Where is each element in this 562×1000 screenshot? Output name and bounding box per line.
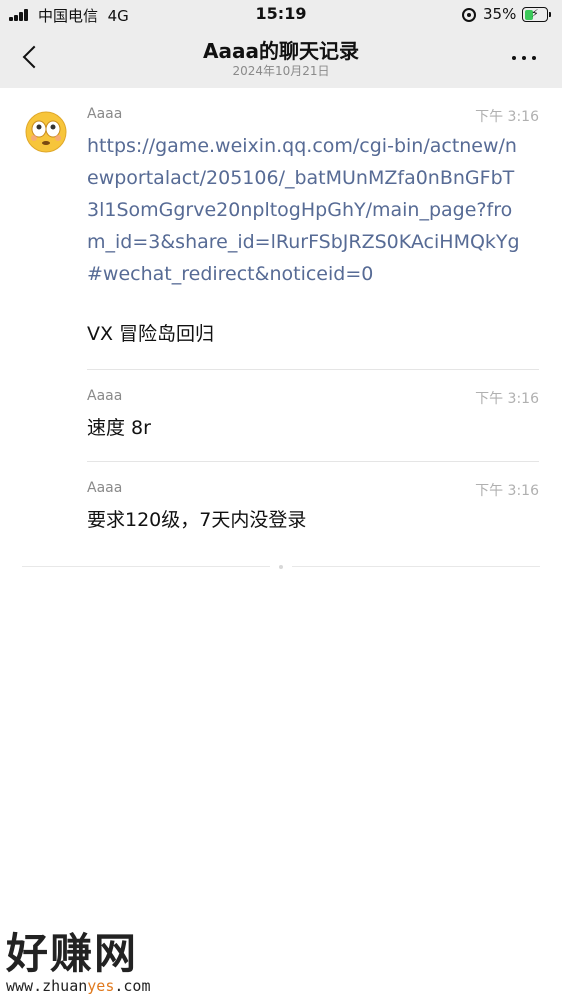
message-link[interactable]: https://game.weixin.qq.com/cgi-bin/actne… xyxy=(87,130,525,290)
battery-percent: 35% xyxy=(483,5,517,23)
sender-name: Aaaa xyxy=(87,480,123,496)
message-time: 下午 3:16 xyxy=(475,391,539,407)
divider xyxy=(87,461,539,462)
page-title: Aaaa的聊天记录 xyxy=(203,39,359,63)
message-text: 速度 8r xyxy=(87,417,151,439)
more-icon[interactable] xyxy=(508,48,540,68)
end-divider-left xyxy=(22,566,270,567)
watermark: 好赚网 www.zhuanyes.com xyxy=(6,920,151,995)
status-time: 15:19 xyxy=(255,4,307,23)
message-item: Aaaa 下午 3:16 https://game.weixin.qq.com/… xyxy=(87,106,539,346)
sender-name: Aaaa xyxy=(87,106,123,122)
page-subtitle: 2024年10月21日 xyxy=(232,64,330,78)
watermark-url: www.zhuanyes.com xyxy=(6,977,151,995)
nav-bar: Aaaa的聊天记录 2024年10月21日 xyxy=(0,30,562,88)
message-time: 下午 3:16 xyxy=(475,483,539,499)
end-divider-dot xyxy=(279,565,283,569)
end-divider-right xyxy=(292,566,540,567)
watermark-brand: 好赚网 xyxy=(6,929,139,978)
message-time: 下午 3:16 xyxy=(475,109,539,125)
message-text: VX 冒险岛回归 xyxy=(87,323,215,345)
sender-name: Aaaa xyxy=(87,388,123,404)
rotation-lock-icon xyxy=(462,8,476,22)
message-text: 要求120级，7天内没登录 xyxy=(87,509,307,531)
battery-icon: ⚡ xyxy=(522,7,548,22)
divider xyxy=(87,369,539,370)
message-item: Aaaa 下午 3:16 速度 8r xyxy=(87,388,539,448)
message-item: Aaaa 下午 3:16 要求120级，7天内没登录 xyxy=(87,480,539,540)
avatar[interactable] xyxy=(24,110,68,154)
status-bar: 中国电信 4G 15:19 35% ⚡ xyxy=(0,0,562,30)
